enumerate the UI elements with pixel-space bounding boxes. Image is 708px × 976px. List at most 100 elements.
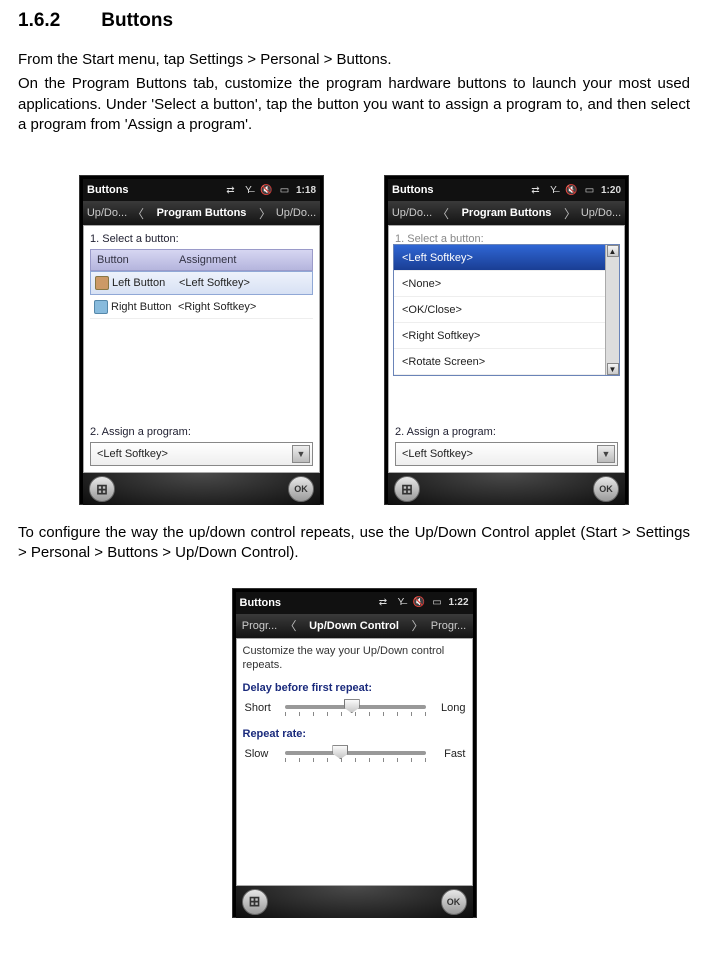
dropdown-option[interactable]: <None> [394, 271, 619, 297]
table-row[interactable]: Left Button <Left Softkey> [90, 271, 313, 295]
section-number: 1.6.2 [18, 10, 96, 32]
title-bar: Buttons ⇄ Y̶ 🔇 ▭ 1:18 [83, 179, 320, 201]
screenshot-row-1: Buttons ⇄ Y̶ 🔇 ▭ 1:18 Up/Do... 〈 Program… [18, 175, 690, 505]
row-assignment: <Left Softkey> [173, 277, 312, 289]
table-header: Button Assignment [90, 249, 313, 271]
clock-text: 1:20 [601, 183, 621, 197]
dropdown-arrow-icon[interactable]: ▼ [597, 445, 615, 463]
window-title: Buttons [87, 184, 220, 196]
tab-center: Program Buttons [450, 207, 563, 219]
assign-dropdown-list[interactable]: <Left Softkey> <None> <OK/Close> <Right … [393, 244, 620, 376]
start-button[interactable]: ⊞ [89, 476, 115, 502]
assign-program-label: 2. Assign a program: [395, 426, 496, 438]
paragraph-1: From the Start menu, tap Settings > Pers… [18, 50, 690, 70]
row-button-name: Left Button [112, 277, 165, 289]
ok-button[interactable]: OK [593, 476, 619, 502]
chevron-right-icon[interactable]: 〉 [258, 205, 272, 222]
dropdown-option[interactable]: <Rotate Screen> [394, 349, 619, 375]
content-area: 1. Select a button: Button Assignment Le… [83, 225, 320, 473]
delay-slider-row: Short Long [243, 698, 466, 718]
ok-button[interactable]: OK [288, 476, 314, 502]
tab-bar[interactable]: Up/Do... 〈 Program Buttons 〉 Up/Do... [83, 201, 320, 225]
tab-center: Program Buttons [145, 207, 258, 219]
paragraph-2: On the Program Buttons tab, customize th… [18, 74, 690, 135]
button-icon [95, 276, 109, 290]
screenshot-program-buttons: Buttons ⇄ Y̶ 🔇 ▭ 1:18 Up/Do... 〈 Program… [79, 175, 324, 505]
col-button: Button [91, 254, 173, 266]
rate-slider[interactable] [285, 744, 426, 764]
window-title: Buttons [240, 597, 373, 609]
chevron-right-icon[interactable]: 〉 [563, 205, 577, 222]
screenshot-row-2: Buttons ⇄ Y̶ 🔇 ▭ 1:22 Progr... 〈 Up/Down… [18, 588, 690, 918]
chevron-left-icon[interactable]: 〈 [284, 617, 298, 634]
battery-icon: ▭ [429, 596, 444, 610]
bottom-bar: ⊞ OK [236, 886, 473, 918]
row-assignment: <Right Softkey> [172, 301, 313, 313]
ok-button[interactable]: OK [441, 889, 467, 915]
tab-right[interactable]: Up/Do... [577, 207, 625, 219]
slider-thumb[interactable] [332, 745, 348, 759]
tab-bar[interactable]: Up/Do... 〈 Program Buttons 〉 Up/Do... [388, 201, 625, 225]
dropdown-option[interactable]: <Left Softkey> [394, 245, 619, 271]
volume-icon: 🔇 [564, 183, 579, 197]
bottom-bar: ⊞ OK [388, 473, 625, 505]
scroll-down-icon[interactable]: ▼ [607, 363, 619, 375]
tab-left[interactable]: Up/Do... [388, 207, 436, 219]
tab-right[interactable]: Up/Do... [272, 207, 320, 219]
dropdown-option[interactable]: <Right Softkey> [394, 323, 619, 349]
screenshot-updown-control: Buttons ⇄ Y̶ 🔇 ▭ 1:22 Progr... 〈 Up/Down… [232, 588, 477, 918]
button-icon [94, 300, 108, 314]
rate-slider-row: Slow Fast [243, 744, 466, 764]
start-button[interactable]: ⊞ [242, 889, 268, 915]
tab-bar[interactable]: Progr... 〈 Up/Down Control 〉 Progr... [236, 614, 473, 638]
scroll-up-icon[interactable]: ▲ [607, 245, 619, 257]
assign-program-combobox[interactable]: <Left Softkey> ▼ [90, 442, 313, 466]
tab-right[interactable]: Progr... [425, 620, 473, 632]
table-row[interactable]: Right Button <Right Softkey> [90, 295, 313, 319]
volume-icon: 🔇 [411, 596, 426, 610]
window-title: Buttons [392, 184, 525, 196]
col-assignment: Assignment [173, 254, 312, 266]
chevron-left-icon[interactable]: 〈 [436, 205, 450, 222]
connectivity-icon: ⇄ [223, 183, 238, 197]
select-button-label: 1. Select a button: [90, 233, 313, 245]
section-title: Buttons [101, 10, 173, 31]
rate-label: Repeat rate: [243, 728, 466, 740]
content-area: Customize the way your Up/Down control r… [236, 638, 473, 886]
battery-icon: ▭ [582, 183, 597, 197]
paragraph-3: To configure the way the up/down control… [18, 523, 690, 564]
signal-icon: Y̶ [546, 183, 561, 197]
tab-left[interactable]: Progr... [236, 620, 284, 632]
delay-short-label: Short [245, 702, 279, 714]
connectivity-icon: ⇄ [528, 183, 543, 197]
row-button-name: Right Button [111, 301, 172, 313]
tab-left[interactable]: Up/Do... [83, 207, 131, 219]
scrollbar[interactable]: ▲ ▼ [605, 245, 619, 375]
rate-slow-label: Slow [245, 748, 279, 760]
combo-value: <Left Softkey> [402, 448, 473, 460]
clock-text: 1:18 [296, 183, 316, 197]
chevron-left-icon[interactable]: 〈 [131, 205, 145, 222]
assign-program-combobox[interactable]: <Left Softkey> ▼ [395, 442, 618, 466]
connectivity-icon: ⇄ [375, 596, 390, 610]
title-bar: Buttons ⇄ Y̶ 🔇 ▭ 1:22 [236, 592, 473, 614]
assign-program-label: 2. Assign a program: [90, 426, 191, 438]
battery-icon: ▭ [277, 183, 292, 197]
section-heading: 1.6.2 Buttons [18, 10, 690, 32]
content-area: 1. Select a button: <Left Softkey> <None… [388, 225, 625, 473]
volume-icon: 🔇 [259, 183, 274, 197]
chevron-right-icon[interactable]: 〉 [411, 617, 425, 634]
combo-value: <Left Softkey> [97, 448, 168, 460]
dropdown-arrow-icon[interactable]: ▼ [292, 445, 310, 463]
delay-label: Delay before first repeat: [243, 682, 466, 694]
dropdown-option[interactable]: <OK/Close> [394, 297, 619, 323]
signal-icon: Y̶ [393, 596, 408, 610]
customize-text: Customize the way your Up/Down control r… [243, 644, 466, 673]
start-button[interactable]: ⊞ [394, 476, 420, 502]
title-bar: Buttons ⇄ Y̶ 🔇 ▭ 1:20 [388, 179, 625, 201]
signal-icon: Y̶ [241, 183, 256, 197]
slider-thumb[interactable] [344, 699, 360, 713]
tab-center: Up/Down Control [298, 620, 411, 632]
delay-slider[interactable] [285, 698, 426, 718]
delay-long-label: Long [432, 702, 466, 714]
